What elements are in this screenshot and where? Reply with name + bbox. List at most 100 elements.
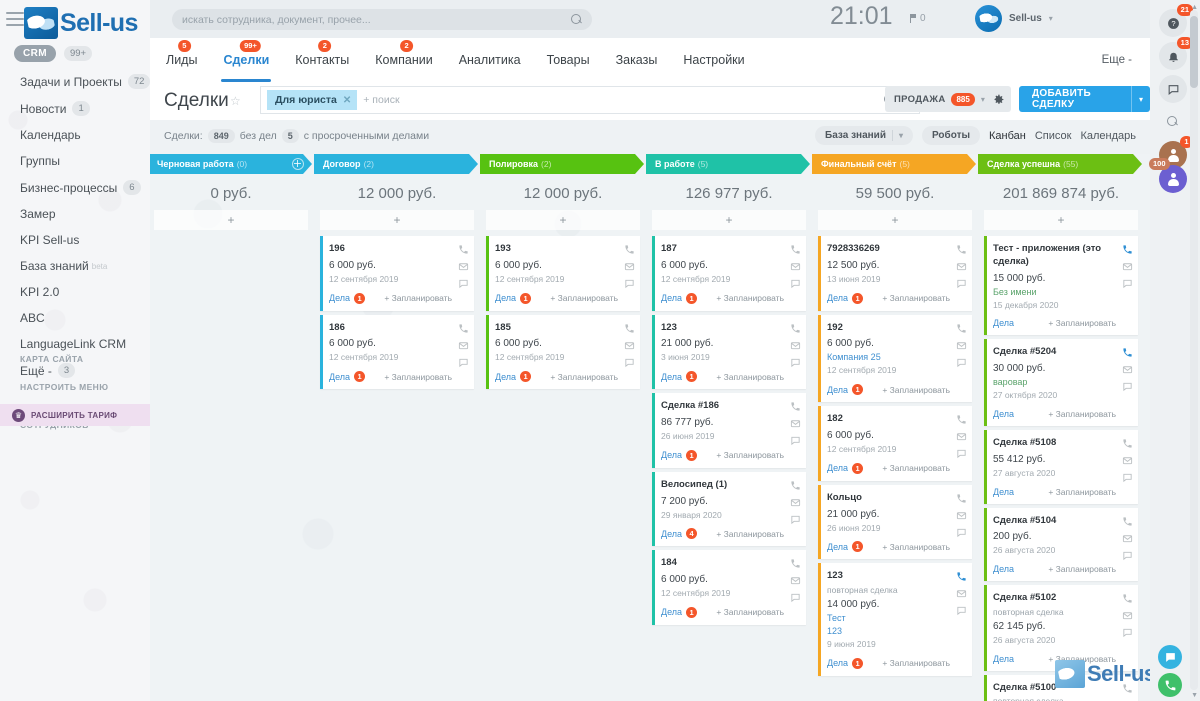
mail-icon[interactable] [956,259,967,271]
card-schedule-link[interactable]: + Запланировать [716,372,784,382]
deal-card[interactable]: 7928336269 12 500 руб. 13 июня 2019 Дела 1 + … [818,236,972,311]
view-kanban[interactable]: Канбан [989,130,1026,142]
card-schedule-link[interactable]: + Запланировать [716,293,784,303]
comment-icon[interactable] [458,276,469,289]
phone-icon[interactable] [790,478,801,490]
comment-icon[interactable] [1122,548,1133,560]
column-header[interactable]: В работе (5) [646,154,810,174]
favorite-star-icon[interactable]: ☆ [230,94,241,108]
sidebar-item-0[interactable]: Задачи и Проекты 72 [0,68,150,95]
column-add-card-button[interactable]: + [818,210,972,230]
filter-chip[interactable]: Для юриста ✕ [267,90,358,110]
card-deals-link[interactable]: Дела 1 [827,541,864,553]
comment-icon[interactable] [790,276,801,289]
comment-icon[interactable] [1122,379,1133,392]
menu-toggle-icon[interactable] [6,12,24,26]
tab-2[interactable]: Контакты 2 [293,38,351,82]
card-schedule-link[interactable]: + Запланировать [550,293,618,303]
deal-card[interactable]: 196 6 000 руб. 12 сентября 2019 Дела 1 + Запл… [320,236,474,311]
phone-icon[interactable] [1122,242,1133,254]
sidebar-item-9[interactable]: ABC [0,305,150,331]
column-add-card-button[interactable]: + [320,210,474,230]
flag-counter[interactable]: 0 [910,13,926,24]
phone-icon[interactable] [1122,514,1133,526]
mail-icon[interactable] [956,508,967,519]
card-deals-link[interactable]: Дела 1 [827,384,864,396]
phone-icon[interactable] [790,556,801,568]
mail-icon[interactable] [790,338,801,349]
comment-icon[interactable] [956,525,967,537]
card-deals-link[interactable]: Дела 1 [827,462,864,474]
card-schedule-link[interactable]: + Запланировать [1048,564,1116,574]
card-schedule-link[interactable]: + Запланировать [882,463,950,473]
deal-card[interactable]: 182 6 000 руб. 12 сентября 2019 Дела 1 + Запл… [818,406,972,481]
sidebar-item-3[interactable]: Группы [0,148,150,174]
card-deals-link[interactable]: Дела [993,409,1014,419]
card-schedule-link[interactable]: + Запланировать [716,607,784,617]
deal-card[interactable]: Сделка #5204 30 000 руб. варовар 27 октября… [984,339,1138,427]
deal-card[interactable]: 185 6 000 руб. 12 сентября 2019 Дела 1 + Запл… [486,314,640,390]
deal-card[interactable]: Сделка #5104 200 руб. 26 августа 2020 Дела +… [984,507,1138,582]
comment-icon[interactable] [790,355,801,367]
mail-icon[interactable] [458,338,469,349]
global-search[interactable] [172,9,592,30]
comment-icon[interactable] [1122,276,1133,289]
card-schedule-link[interactable]: + Запланировать [1048,487,1116,497]
column-header[interactable]: Черновая работа (0) [148,154,312,174]
phone-icon[interactable] [1122,345,1133,358]
column-add-card-button[interactable]: + [984,210,1138,230]
mail-icon[interactable] [790,573,801,585]
nav-more-button[interactable]: Еще - [1102,38,1132,82]
column-header[interactable]: Полировка (2) [480,154,644,174]
mail-icon[interactable] [956,338,967,349]
comment-icon[interactable] [956,603,967,616]
add-stage-icon[interactable] [292,158,304,170]
phone-icon[interactable] [956,242,967,254]
deal-card[interactable]: 186 6 000 руб. 12 сентября 2019 Дела 1 + Запл… [320,314,474,390]
phone-icon[interactable] [1122,436,1133,448]
sidebar-item-2[interactable]: Календарь [0,122,150,148]
mail-icon[interactable] [1122,259,1133,271]
mail-icon[interactable] [956,429,967,441]
help-button[interactable]: ? 21 [1159,4,1193,37]
column-header[interactable]: Договор (2) [314,154,478,174]
add-deal-button[interactable]: ДОБАВИТЬ СДЕЛКУ ▾ [1019,86,1150,112]
deal-card[interactable]: 193 6 000 руб. 12 сентября 2019 Дела 1 + Запл… [486,236,640,311]
card-schedule-link[interactable]: + Запланировать [716,450,784,460]
comment-icon[interactable] [624,276,635,289]
filter-search-placeholder[interactable]: + поиск [363,94,399,106]
app-logo[interactable]: Sell-us [24,4,138,42]
mail-icon[interactable] [1122,531,1133,542]
card-deals-link[interactable]: Дела [993,487,1014,497]
card-schedule-link[interactable]: + Запланировать [882,542,950,552]
settings-gear-button[interactable] [985,86,1011,112]
card-schedule-link[interactable]: + Запланировать [716,529,784,539]
phone-icon[interactable] [624,321,635,333]
phone-icon[interactable] [956,569,967,581]
user-menu[interactable]: Sell-us ▾ [975,5,1053,32]
card-schedule-link[interactable]: + Запланировать [882,293,950,303]
tab-7[interactable]: Настройки [681,38,746,82]
close-icon[interactable]: ✕ [343,95,351,106]
deal-card[interactable]: 184 6 000 руб. 12 сентября 2019 Дела 1 + Запл… [652,550,806,625]
comment-icon[interactable] [790,590,801,603]
mail-icon[interactable] [790,259,801,271]
scrollbar-thumb[interactable] [1190,16,1198,88]
phone-icon[interactable] [956,491,967,503]
knowledge-base-button[interactable]: База знаний ▾ [815,126,913,145]
call-fab[interactable] [1158,673,1182,697]
sidebar-item-4[interactable]: Бизнес-процессы 6 [0,174,150,201]
deal-card[interactable]: Кольцо 21 000 руб. 26 июня 2019 Дела 1 + Запл… [818,484,972,560]
card-deals-link[interactable]: Дела [993,564,1014,574]
phone-icon[interactable] [458,321,469,333]
robots-button[interactable]: Роботы [922,126,981,145]
card-schedule-link[interactable]: + Запланировать [384,293,452,303]
sale-funnel-selector[interactable]: ПРОДАЖА 885 ▾ [885,86,994,112]
deal-card[interactable]: 187 6 000 руб. 12 сентября 2019 Дела 1 + Запл… [652,236,806,311]
card-deals-link[interactable]: Дела 1 [661,449,698,461]
card-schedule-link[interactable]: + Запланировать [384,372,452,382]
rail-search-button[interactable] [1159,108,1187,136]
card-schedule-link[interactable]: + Запланировать [1048,318,1116,328]
column-header[interactable]: Сделка успешна (55) [978,154,1142,174]
upgrade-tariff-button[interactable]: ♛ РАСШИРИТЬ ТАРИФ [0,404,150,426]
